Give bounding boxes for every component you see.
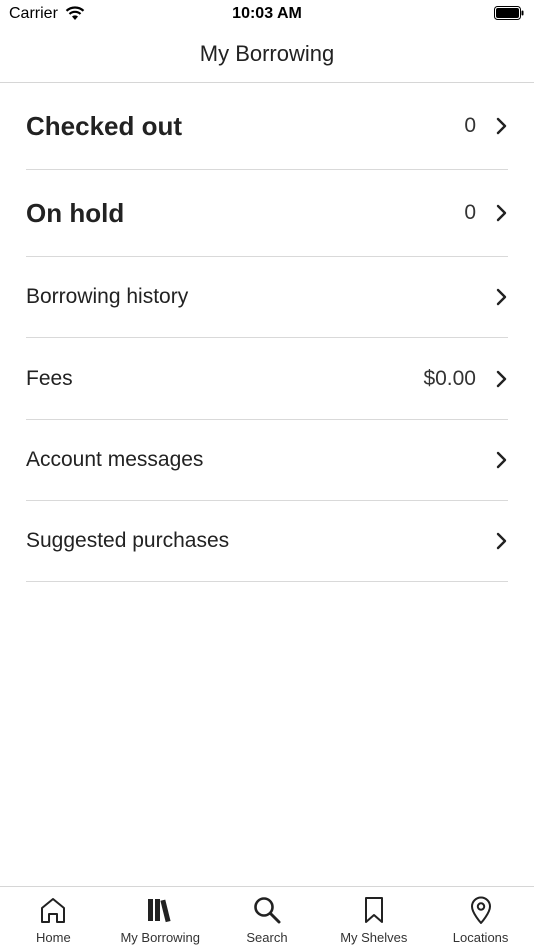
row-label: On hold bbox=[26, 197, 125, 228]
tab-bar: Home My Borrowing Search My Shelves Loca… bbox=[0, 886, 534, 951]
row-label: Fees bbox=[26, 366, 73, 390]
row-on-hold[interactable]: On hold 0 bbox=[26, 170, 508, 257]
row-label: Borrowing history bbox=[26, 285, 189, 308]
chevron-right-icon bbox=[496, 117, 507, 135]
row-label: Suggested purchases bbox=[26, 529, 230, 552]
navigation-bar: My Borrowing bbox=[0, 28, 534, 83]
search-icon bbox=[254, 897, 281, 924]
home-icon bbox=[41, 898, 66, 923]
row-fees[interactable]: Fees $0.00 bbox=[26, 338, 508, 420]
row-count: 0 bbox=[464, 201, 476, 224]
row-borrowing-history[interactable]: Borrowing history bbox=[26, 257, 508, 338]
books-icon bbox=[148, 899, 171, 923]
chevron-right-icon bbox=[496, 288, 507, 306]
row-label: Account messages bbox=[26, 448, 204, 471]
chevron-right-icon bbox=[496, 370, 507, 387]
row-suggested-purchases[interactable]: Suggested purchases bbox=[26, 501, 508, 582]
row-label: Checked out bbox=[26, 110, 183, 141]
chevron-right-icon bbox=[496, 451, 507, 469]
battery-icon bbox=[494, 6, 524, 20]
status-bar: Carrier 10:03 AM bbox=[0, 0, 534, 28]
location-pin-icon bbox=[470, 896, 491, 924]
tab-label: Locations bbox=[452, 930, 509, 945]
fees-amount: $0.00 bbox=[423, 366, 476, 390]
borrowing-list: Checked out 0 On hold 0 Borrowing histor… bbox=[26, 83, 508, 582]
tab-home[interactable]: Home bbox=[0, 887, 107, 951]
tab-my-shelves[interactable]: My Shelves bbox=[320, 887, 427, 951]
bookmark-icon bbox=[364, 897, 383, 923]
chevron-right-icon bbox=[496, 532, 507, 550]
chevron-right-icon bbox=[496, 204, 507, 222]
tab-locations[interactable]: Locations bbox=[427, 887, 534, 951]
tab-label: Search bbox=[246, 930, 288, 945]
clock: 10:03 AM bbox=[232, 5, 302, 22]
tab-my-borrowing[interactable]: My Borrowing bbox=[107, 887, 214, 951]
tab-label: My Shelves bbox=[340, 930, 408, 945]
row-account-messages[interactable]: Account messages bbox=[26, 420, 508, 501]
row-checked-out[interactable]: Checked out 0 bbox=[26, 83, 508, 170]
row-count: 0 bbox=[464, 114, 476, 137]
tab-search[interactable]: Search bbox=[214, 887, 321, 951]
tab-label: Home bbox=[36, 930, 71, 945]
tab-label: My Borrowing bbox=[120, 930, 200, 945]
page-title: My Borrowing bbox=[199, 41, 335, 66]
